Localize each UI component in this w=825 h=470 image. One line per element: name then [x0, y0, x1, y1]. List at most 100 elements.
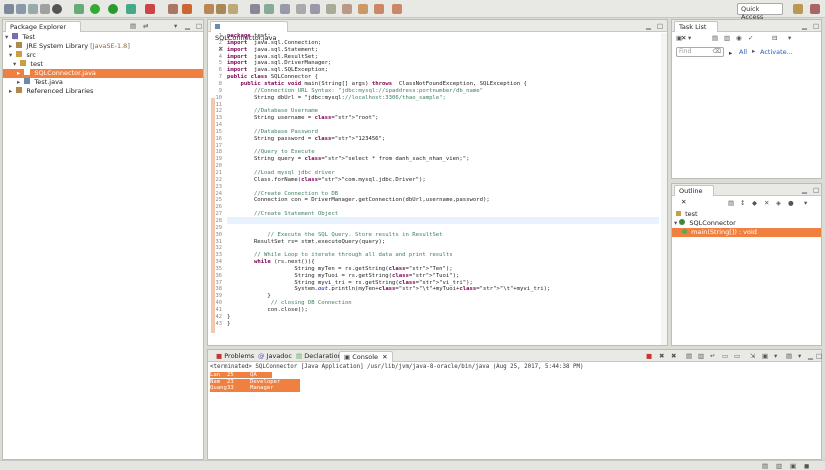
progress-icon[interactable]: ▤ [762, 462, 768, 470]
expand-arrow-icon[interactable]: ▾ [5, 33, 8, 41]
code-line[interactable]: import java.sql.SQLException; [227, 67, 328, 74]
whitespace-icon[interactable] [296, 4, 306, 14]
all-link[interactable]: All [739, 48, 747, 56]
code-line[interactable]: import java.sql.Statement; [227, 47, 318, 54]
new-package-icon[interactable] [182, 4, 192, 14]
collapse-all-icon[interactable]: ▤ [728, 199, 734, 207]
tab-javadoc[interactable]: @ Javadoc [254, 351, 296, 362]
code-line[interactable]: } [227, 293, 270, 300]
code-line[interactable]: while (rs.next()){ [227, 259, 315, 266]
code-line[interactable]: //Connection URL Syntax: "jdbc:mysql://i… [227, 88, 483, 95]
view-menu-icon[interactable]: ▾ [788, 34, 791, 42]
close-icon[interactable]: ✕ [681, 198, 686, 206]
code-line[interactable]: public static void main(String[] args) t… [227, 81, 526, 88]
show-stdout-icon[interactable]: ▭ [722, 352, 728, 360]
find-field[interactable]: Find ⌫ [676, 47, 724, 57]
code-line[interactable]: //Database Username [227, 108, 318, 115]
maximize-icon[interactable]: □ [816, 352, 822, 360]
code-line[interactable]: } [227, 321, 230, 328]
code-line[interactable]: String myvi_tri = rs.getString(class="st… [227, 280, 473, 287]
scheduled-icon[interactable]: ▥ [724, 34, 730, 42]
open-console-icon[interactable]: ▤ [786, 352, 792, 360]
save-all-icon[interactable] [28, 4, 38, 14]
print-icon[interactable] [40, 4, 50, 14]
hide-static-icon[interactable]: ✕ [764, 199, 769, 207]
toggle-block-icon[interactable] [280, 4, 290, 14]
code-line[interactable]: // While Loop to iterate through all dat… [227, 252, 453, 259]
maximize-icon[interactable]: □ [813, 22, 819, 30]
tab-outline[interactable]: Outline ✕ [674, 185, 714, 206]
expand-arrow-icon[interactable]: ▸ [17, 78, 20, 86]
outline-item-main[interactable]: main(String[]) : void [672, 228, 821, 237]
tree-item-src[interactable]: ▾ src [9, 51, 36, 60]
annotation-icon[interactable] [264, 4, 274, 14]
tree-item-package[interactable]: ▾ test [13, 60, 43, 69]
coverage-icon[interactable] [126, 4, 136, 14]
chevron-down-icon[interactable]: ▾ [688, 34, 691, 42]
tab-console[interactable]: ▣ Console ✕ [339, 351, 393, 362]
tab-task-list[interactable]: Task List ✕ [674, 21, 718, 42]
link-editor-icon[interactable]: ⇄ [143, 22, 148, 30]
save-icon[interactable] [16, 4, 26, 14]
tasks-icon[interactable]: ▥ [776, 462, 782, 470]
word-wrap-icon[interactable]: ↵ [710, 352, 715, 360]
code-line[interactable]: import java.sql.Connection; [227, 40, 321, 47]
display-console-icon[interactable]: ▣ [762, 352, 768, 360]
minimize-icon[interactable]: ▁ [185, 22, 190, 30]
next-annotation-icon[interactable] [326, 4, 336, 14]
code-line[interactable]: //Create Connection to DB [227, 191, 338, 198]
code-line[interactable]: String password = class="str">"123456"; [227, 136, 385, 143]
maximize-icon[interactable]: □ [657, 22, 663, 30]
open-task-icon[interactable] [216, 4, 226, 14]
maximize-icon[interactable]: □ [813, 186, 819, 194]
outline-item-class[interactable]: ▾ SQLConnector [674, 219, 736, 228]
focus-icon[interactable]: ◉ [736, 34, 742, 42]
code-line[interactable]: // closing DB Connection [227, 300, 352, 307]
view-menu-icon[interactable]: ▾ [804, 199, 807, 207]
toggle-mark-occurrences-icon[interactable] [250, 4, 260, 14]
minimize-icon[interactable]: ▁ [802, 186, 807, 194]
hide-completed-icon[interactable]: ✓ [748, 34, 753, 42]
code-line[interactable]: String dbUrl = "jdbc:mysql://localhost:3… [227, 95, 446, 102]
minimize-icon[interactable]: ▁ [802, 22, 807, 30]
tab-package-explorer[interactable]: Package Explorer ✕ [5, 21, 81, 42]
code-line[interactable]: Class.forName(class="str">"com.mysql.jdb… [227, 177, 426, 184]
open-type-icon[interactable] [204, 4, 214, 14]
new-java-project-icon[interactable] [168, 4, 178, 14]
word-wrap-icon[interactable] [310, 4, 320, 14]
bookmark-icon[interactable]: ▣ [790, 462, 796, 470]
collapse-icon[interactable]: ⊟ [772, 34, 777, 42]
tab-problems[interactable]: ■ Problems [212, 351, 258, 362]
minimize-icon[interactable]: ▁ [808, 352, 813, 360]
tree-item-project[interactable]: ▾ Test [5, 33, 35, 42]
notification-icon[interactable]: ◼ [804, 462, 809, 470]
code-line[interactable]: String query = class="str">"select * fro… [227, 156, 470, 163]
terminate-icon[interactable]: ■ [646, 352, 652, 360]
tree-item-referenced-libraries[interactable]: ▸ Referenced Libraries [9, 87, 93, 96]
show-stderr-icon[interactable]: ▭ [734, 352, 740, 360]
remove-launch-icon[interactable]: ✖ [659, 352, 664, 360]
code-area[interactable]: package test; import java.sql.Connection;… [227, 33, 659, 333]
tree-item-test-java[interactable]: ▸ Test.java [17, 78, 63, 87]
remove-all-icon[interactable]: ✖ [671, 352, 676, 360]
minimize-icon[interactable]: ▁ [646, 22, 651, 30]
prev-annotation-icon[interactable] [342, 4, 352, 14]
expand-arrow-icon[interactable]: ▾ [13, 60, 16, 68]
open-perspective-icon[interactable] [793, 4, 803, 14]
tree-item-sqlconnector[interactable]: ▸ SQLConnector.java [3, 69, 203, 78]
view-menu-icon[interactable]: ▾ [798, 352, 801, 360]
code-line[interactable]: public class SQLConnector { [227, 74, 318, 81]
categorized-icon[interactable]: ▤ [712, 34, 718, 42]
new-icon[interactable] [4, 4, 14, 14]
console-output[interactable]: Lan 25 QA Nam 23 Developer Quang 33 Manager [210, 372, 610, 402]
code-line[interactable]: import java.sql.ResultSet; [227, 54, 318, 61]
code-line[interactable]: Connection con = DriverManager.getConnec… [227, 197, 490, 204]
code-line[interactable]: import java.sql.DriverManager; [227, 60, 331, 67]
run-icon[interactable] [108, 4, 118, 14]
hide-nonpublic-icon[interactable]: ◈ [776, 199, 781, 207]
clear-console-icon[interactable]: ▤ [686, 352, 692, 360]
back-icon[interactable] [374, 4, 384, 14]
search-icon[interactable] [228, 4, 238, 14]
external-tools-icon[interactable] [145, 4, 155, 14]
forward-icon[interactable] [392, 4, 402, 14]
